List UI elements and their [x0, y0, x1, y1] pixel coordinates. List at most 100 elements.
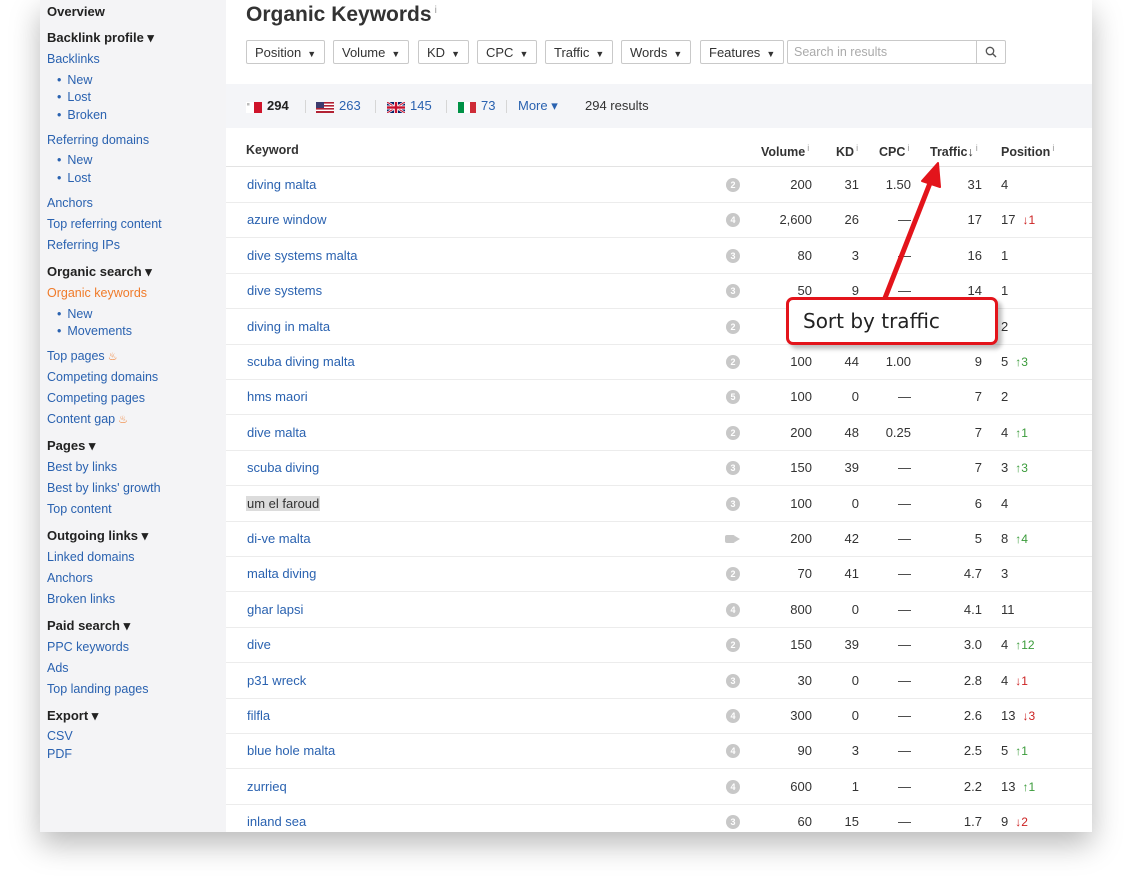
keyword-link[interactable]: dive	[246, 637, 272, 652]
serp-features-badge[interactable]: 2	[726, 355, 740, 369]
sidebar-item[interactable]: New	[57, 72, 92, 88]
keyword-link[interactable]: dive systems	[246, 283, 323, 298]
keyword-link[interactable]: scuba diving malta	[246, 354, 356, 369]
sidebar-section-heading[interactable]: Outgoing links ▾	[47, 528, 148, 544]
keyword-link[interactable]: diving malta	[246, 177, 317, 192]
serp-features-badge[interactable]: 2	[726, 319, 740, 334]
sidebar-section-heading[interactable]: Organic search ▾	[47, 264, 152, 280]
sidebar-item[interactable]: Competing pages	[47, 390, 145, 406]
country-gb[interactable]: 145	[386, 98, 432, 114]
keyword-link[interactable]: dive systems malta	[246, 248, 359, 263]
col-cpc[interactable]: CPC i	[879, 143, 909, 159]
serp-features-badge[interactable]: 5	[726, 390, 740, 405]
more-countries-button[interactable]: More ▾	[518, 98, 558, 114]
sidebar-section-heading[interactable]: Overview	[47, 4, 105, 20]
cpc-cell: —	[898, 495, 911, 511]
sidebar-item[interactable]: Best by links' growth	[47, 480, 161, 496]
sidebar-item[interactable]: Referring domains	[47, 132, 149, 148]
sidebar-item[interactable]: Broken	[57, 107, 107, 123]
sidebar-item[interactable]: Competing domains	[47, 369, 158, 385]
sidebar-item[interactable]: Top landing pages	[47, 681, 148, 697]
serp-features-badge[interactable]: 4	[726, 709, 740, 723]
filter-position-dropdown[interactable]: Position ▼	[246, 40, 326, 64]
sidebar-item[interactable]: Linked domains	[47, 549, 135, 565]
sidebar-item[interactable]: Top pages ♨	[47, 348, 118, 365]
country-it[interactable]: 73	[458, 98, 495, 114]
serp-features-badge[interactable]: 3	[726, 673, 740, 688]
serp-features-badge[interactable]: 2	[726, 425, 740, 440]
dropdown-label: CPC	[486, 45, 514, 60]
keyword-link[interactable]: ghar lapsi	[246, 602, 304, 617]
sidebar-item[interactable]: Movements	[57, 323, 132, 339]
info-icon: i	[856, 143, 859, 153]
serp-features-badge[interactable]: 4	[726, 213, 740, 228]
keyword-link[interactable]: hms maori	[246, 389, 309, 404]
serp-features-badge[interactable]: 3	[726, 815, 740, 830]
serp-features-badge[interactable]: 3	[726, 284, 740, 299]
col-traffic[interactable]: Traffic↓ i	[930, 143, 978, 159]
sidebar-section-heading[interactable]: Export ▾	[47, 708, 98, 724]
filter-kd-dropdown[interactable]: KD ▼	[418, 40, 469, 64]
col-volume[interactable]: Volume i	[761, 143, 809, 159]
keyword-link[interactable]: inland sea	[246, 814, 307, 829]
keyword-link[interactable]: zurrieq	[246, 779, 288, 794]
keyword-link[interactable]: azure window	[246, 212, 328, 227]
serp-features-badge[interactable]: 2	[726, 178, 740, 192]
sidebar-item[interactable]: Top content	[47, 501, 112, 517]
position-value: 13	[1001, 708, 1016, 723]
sidebar-item[interactable]: Best by links	[47, 459, 117, 475]
sidebar: Overview Backlink profile ▾ Backlinks New Lo…	[40, 0, 226, 832]
kd-cell: 42	[844, 531, 859, 546]
keyword-link[interactable]: filfla	[246, 708, 271, 723]
main-panel: Organic Keywordsi Position▼Volume▼KD▼CPC…	[226, 0, 1092, 832]
serp-features-badge[interactable]: 3	[726, 248, 740, 263]
sidebar-item[interactable]: Anchors	[47, 570, 93, 586]
serp-features-badge[interactable]: 2	[726, 567, 740, 582]
sidebar-item[interactable]: Backlinks	[47, 51, 100, 67]
keyword-link[interactable]: dive malta	[246, 425, 307, 440]
keyword-link[interactable]: scuba diving	[246, 460, 320, 475]
sidebar-item[interactable]: Ads	[47, 660, 69, 676]
sidebar-item[interactable]: Lost	[57, 170, 91, 186]
col-kd[interactable]: KD i	[836, 143, 858, 159]
serp-features-badge[interactable]: 2	[726, 638, 740, 653]
keyword-link[interactable]: blue hole malta	[246, 743, 336, 758]
sidebar-item[interactable]: Top referring content	[47, 216, 162, 232]
keyword-link[interactable]: malta diving	[246, 566, 317, 581]
sidebar-item[interactable]: New	[57, 152, 92, 168]
filter-features-dropdown[interactable]: Features ▼	[700, 40, 785, 64]
serp-features-badge[interactable]: 3	[726, 496, 740, 511]
filter-words-dropdown[interactable]: Words ▼	[621, 40, 692, 64]
keyword-link[interactable]: di-ve malta	[246, 531, 312, 546]
keyword-link[interactable]: p31 wreck	[246, 673, 307, 688]
sidebar-item[interactable]: PPC keywords	[47, 639, 129, 655]
sidebar-section-heading[interactable]: Pages ▾	[47, 438, 95, 454]
serp-features-badge[interactable]: 3	[726, 461, 740, 476]
sidebar-item[interactable]: Referring IPs	[47, 237, 120, 253]
serp-features-badge[interactable]: 4	[726, 744, 740, 759]
sidebar-item[interactable]: Organic keywords	[47, 285, 147, 301]
serp-features-badge[interactable]: 4	[726, 779, 740, 794]
keyword-link[interactable]: diving in malta	[246, 319, 331, 334]
search-button[interactable]	[976, 41, 1005, 63]
col-keyword[interactable]: Keyword	[246, 143, 299, 157]
sidebar-item[interactable]: Broken links	[47, 591, 115, 607]
filter-volume-dropdown[interactable]: Volume ▼	[333, 40, 410, 64]
search-input[interactable]	[794, 44, 964, 60]
sidebar-item[interactable]: Lost	[57, 89, 91, 105]
info-icon: i	[975, 143, 978, 153]
sidebar-section-heading[interactable]: Backlink profile ▾	[47, 30, 154, 46]
sidebar-item[interactable]: Content gap ♨	[47, 411, 128, 428]
country-us[interactable]: 263	[316, 98, 361, 114]
sidebar-item[interactable]: CSV	[47, 728, 73, 744]
serp-features-badge[interactable]: 4	[726, 602, 740, 617]
filter-cpc-dropdown[interactable]: CPC ▼	[477, 40, 538, 64]
filter-traffic-dropdown[interactable]: Traffic ▼	[545, 40, 614, 64]
sidebar-section-heading[interactable]: Paid search ▾	[47, 618, 130, 634]
keyword-link[interactable]: um el faroud	[246, 495, 321, 511]
sidebar-item[interactable]: PDF	[47, 746, 72, 762]
country-mt[interactable]: 294	[246, 98, 289, 114]
col-position[interactable]: Position i	[1001, 143, 1054, 159]
sidebar-item[interactable]: Anchors	[47, 195, 93, 211]
sidebar-item[interactable]: New	[57, 306, 92, 322]
